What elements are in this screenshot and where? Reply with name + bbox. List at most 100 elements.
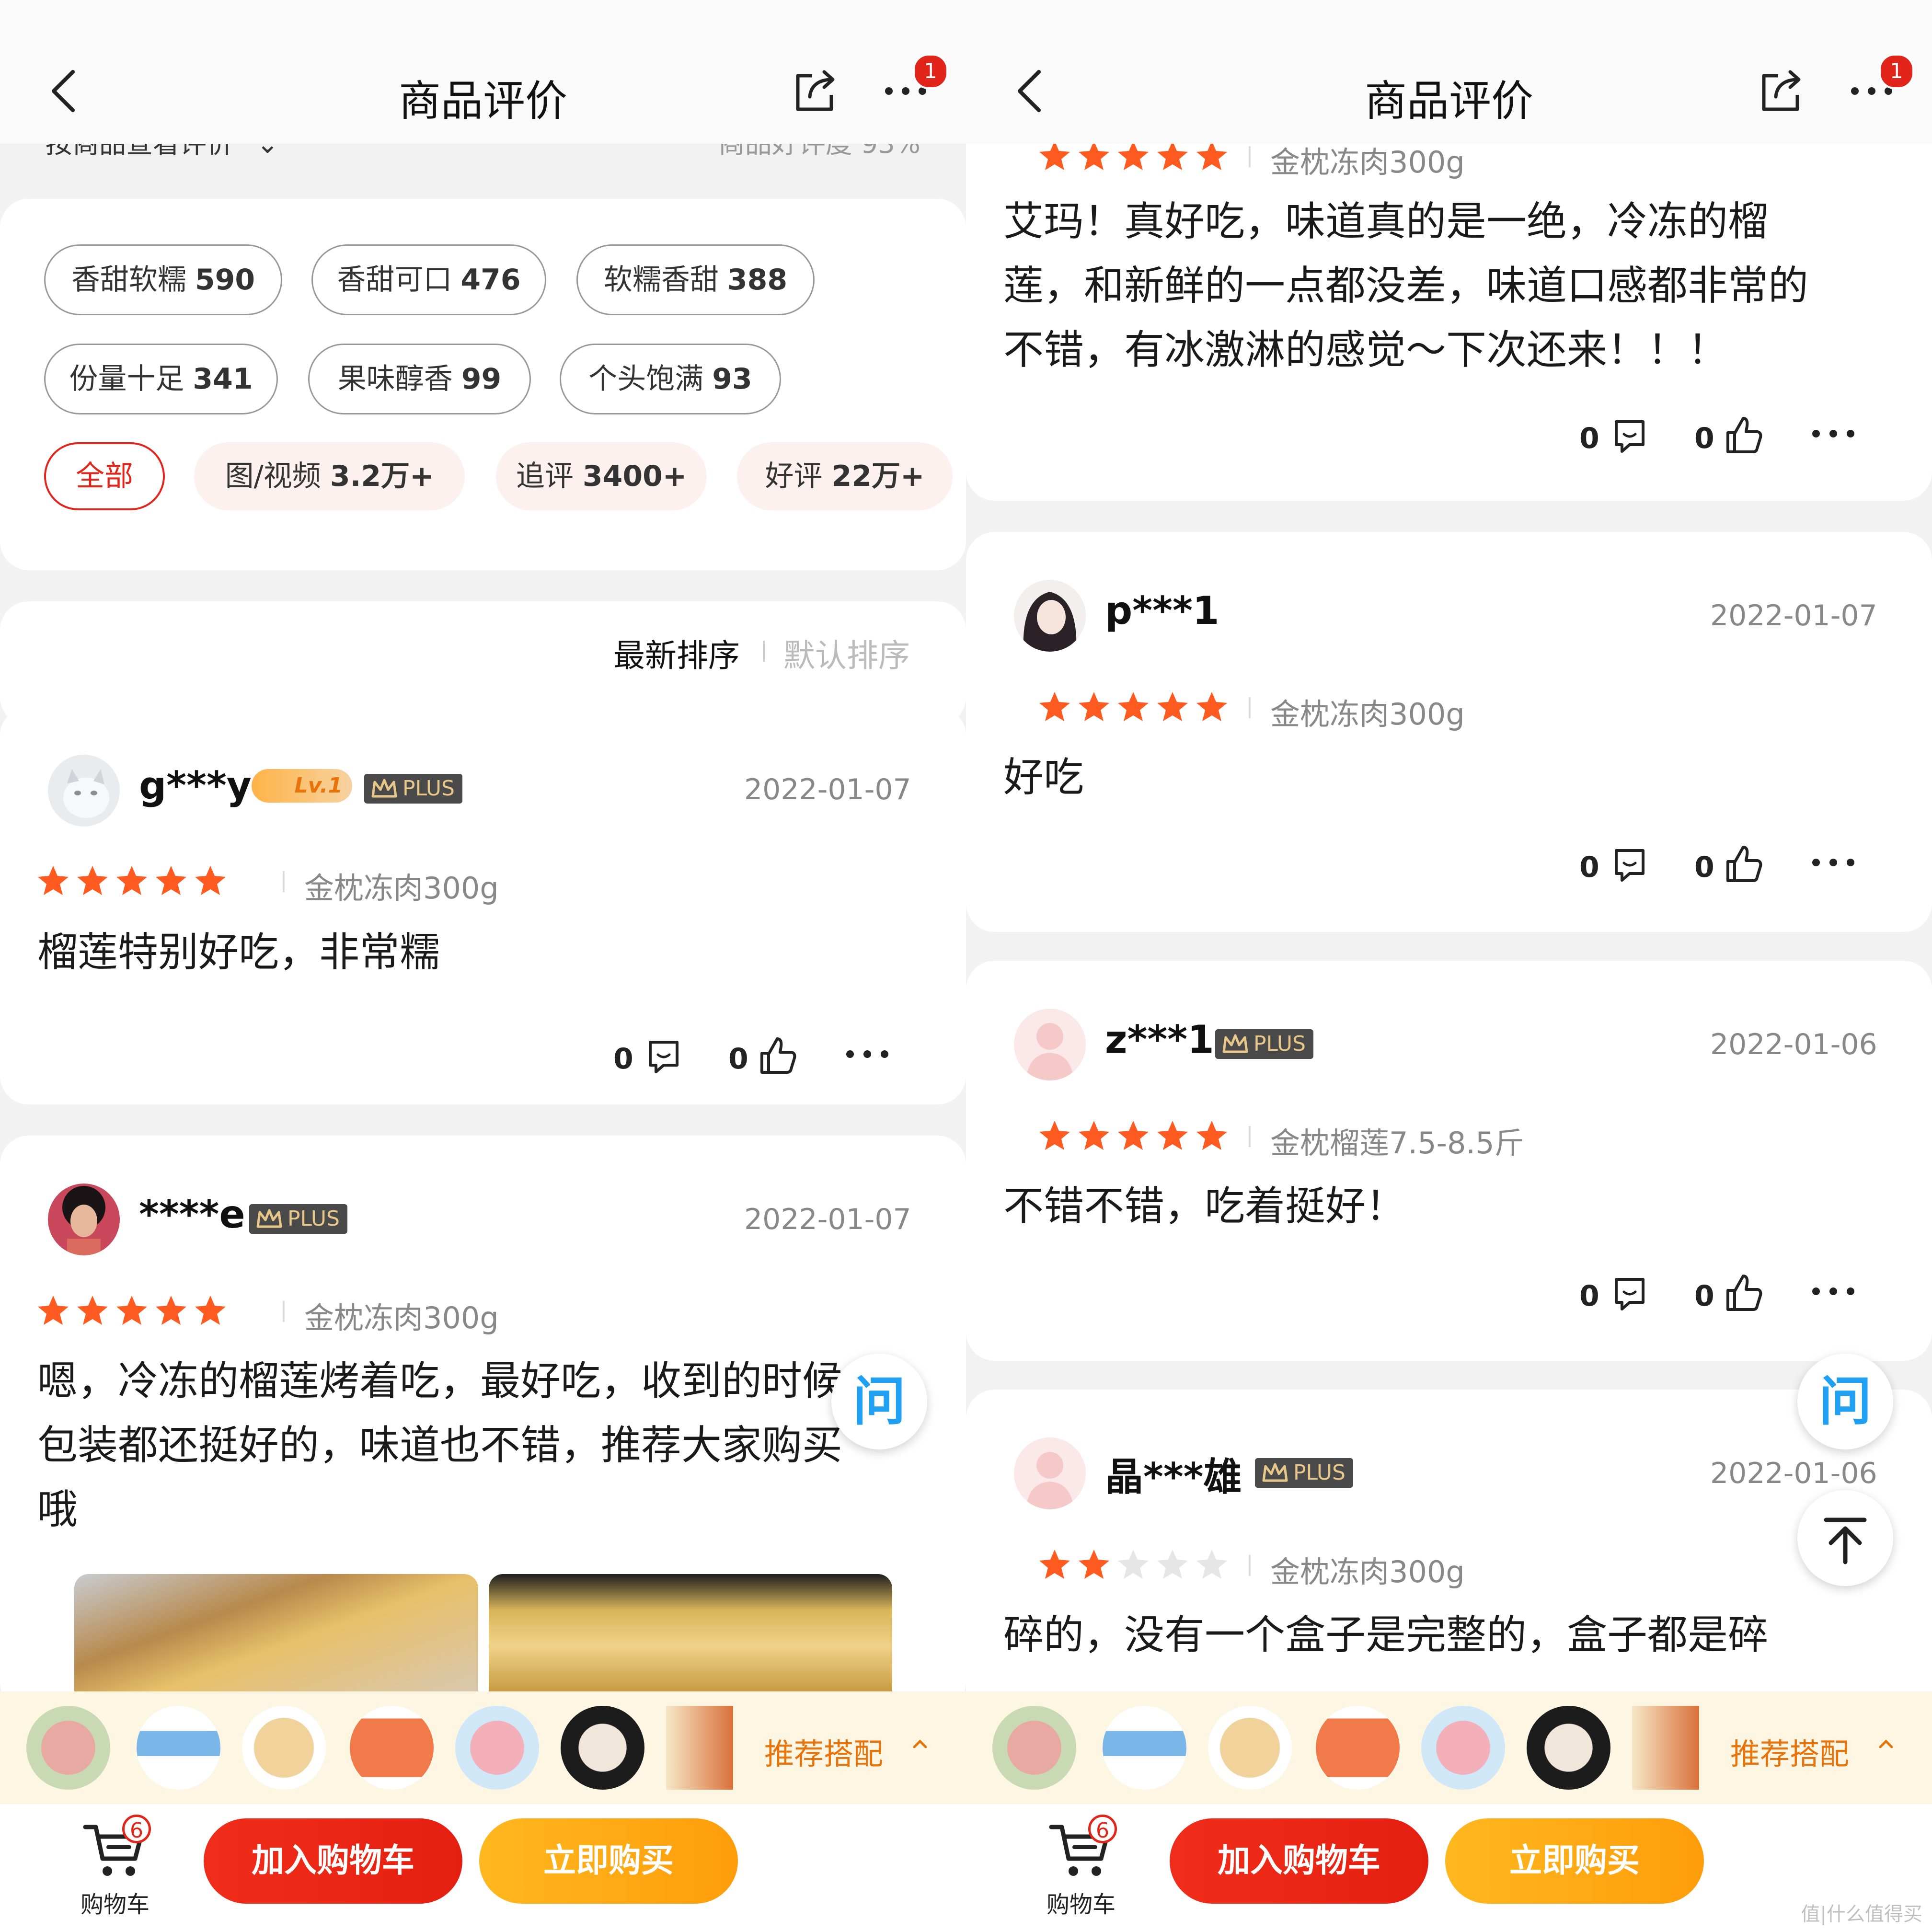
right-screen: 商品评价 1 金枕冻肉300g 艾玛！真好吃，味道真的是一绝，冷冻的榴 莲，和新… [966,0,1932,1931]
buy-now-button[interactable]: 立即购买 [479,1818,738,1904]
thumbs-up-icon[interactable] [1722,842,1765,885]
more-icon[interactable] [1809,424,1857,443]
product-thumb[interactable] [1632,1706,1699,1790]
add-to-cart-button[interactable]: 加入购物车 [1170,1818,1428,1904]
star-filled-icon [1079,1121,1109,1150]
review-card: p***1 2022-01-07 金枕冻肉300g 好吃 0 0 [966,532,1932,932]
comment-icon[interactable] [1610,417,1649,455]
ask-button[interactable]: 问 [1797,1354,1893,1449]
star-filled-icon [1196,141,1227,170]
tag-chip[interactable]: 软糯香甜 388 [576,244,815,315]
divider [1249,1126,1251,1147]
left-screen: 商品评价 1 按商品查看评价 ⌄ 商品好评度 93% 香甜软糯 590 香甜可口 4… [0,0,966,1931]
star-filled-icon [1118,141,1149,170]
avatar[interactable] [48,1184,120,1255]
arrow-up-icon [1824,1517,1867,1564]
tag-chip[interactable]: 份量十足 341 [44,344,278,414]
back-to-top-button[interactable] [1797,1490,1893,1586]
product-thumb[interactable] [1316,1706,1400,1790]
avatar[interactable] [48,755,120,827]
product-thumb[interactable] [1208,1706,1292,1790]
tab-positive[interactable]: 好评 22万+ [737,442,953,510]
review-text: 不错不错，吃着挺好！ [1003,1183,1406,1230]
add-to-cart-button[interactable]: 加入购物车 [204,1818,462,1904]
review-date: 2022-01-07 [1710,599,1877,632]
reply-count: 0 [1579,1279,1599,1313]
product-thumb[interactable] [666,1706,733,1790]
crown-icon [1262,1463,1288,1482]
recommend-label[interactable]: 推荐搭配 [1730,1730,1849,1773]
ask-button[interactable]: 问 [831,1354,927,1449]
avatar[interactable] [1014,1009,1086,1080]
review-photo[interactable] [489,1574,892,1694]
username: 晶***雄 [1105,1455,1242,1499]
watermark: 值|什么值得买 [1801,1903,1922,1925]
tag-chip[interactable]: 香甜可口 476 [311,244,546,315]
tag-chip[interactable]: 香甜软糯 590 [44,244,282,315]
star-empty-icon [1118,1550,1149,1579]
review-text: 碎的，没有一个盒子是完整的，盒子都是碎 [1003,1611,1769,1658]
thumbs-up-icon[interactable] [1722,414,1765,457]
more-icon[interactable] [1809,853,1857,872]
product-thumb[interactable] [26,1706,110,1790]
more-icon[interactable] [843,1045,891,1064]
chevron-up-icon[interactable] [910,1735,930,1754]
star-empty-icon [1157,1550,1188,1579]
product-thumb[interactable] [1103,1706,1186,1790]
tab-media[interactable]: 图/视频 3.2万+ [194,442,465,510]
product-thumb[interactable] [137,1706,220,1790]
like-count: 0 [1694,851,1714,884]
tab-followup[interactable]: 追评 3400+ [496,442,707,510]
plus-badge: PLUS [1215,1029,1313,1059]
star-rating [1038,139,1234,172]
cart-label: 购物车 [80,1891,150,1918]
variant-label: 金枕冻肉300g [1270,145,1465,180]
divider [1249,697,1251,718]
tab-all[interactable]: 全部 [44,442,165,510]
star-filled-icon [1196,692,1227,721]
avatar[interactable] [1014,580,1086,652]
star-filled-icon [1157,1121,1188,1150]
star-filled-icon [116,1296,147,1325]
chevron-up-icon[interactable] [1876,1735,1896,1754]
more-icon[interactable] [1809,1282,1857,1301]
tag-chip[interactable]: 果味醇香 99 [308,344,531,414]
username: p***1 [1105,588,1219,633]
star-filled-icon [38,866,69,895]
buy-now-button[interactable]: 立即购买 [1445,1818,1704,1904]
star-filled-icon [1118,692,1149,721]
cart-count-badge: 6 [122,1815,151,1843]
star-filled-icon [195,1296,226,1325]
product-thumb[interactable] [1527,1706,1610,1790]
product-thumb[interactable] [350,1706,434,1790]
comment-icon[interactable] [1610,846,1649,884]
divider [763,641,765,662]
product-thumb[interactable] [561,1706,644,1790]
comment-icon[interactable] [644,1037,683,1076]
thumbs-up-icon[interactable] [756,1034,799,1077]
star-rating [1038,1119,1234,1152]
comment-icon[interactable] [1610,1275,1649,1313]
crown-icon [256,1209,282,1228]
sort-default[interactable]: 默认排序 [783,630,910,676]
share-icon[interactable] [1757,67,1805,115]
review-card: g***y Lv.1 PLUS 2022-01-07 金枕冻肉300g 榴莲特别… [0,707,966,1104]
star-filled-icon [38,1296,69,1325]
product-thumb[interactable] [1421,1706,1505,1790]
product-thumb[interactable] [242,1706,326,1790]
star-filled-icon [1079,1550,1109,1579]
header: 商品评价 1 [0,0,966,144]
avatar[interactable] [1014,1437,1086,1509]
tag-chip[interactable]: 个头饱满 93 [560,344,781,414]
review-photo[interactable] [74,1574,478,1694]
divider [283,1301,285,1322]
product-thumb[interactable] [455,1706,539,1790]
like-count: 0 [1694,1279,1714,1313]
sort-newest[interactable]: 最新排序 [613,630,740,676]
thumbs-up-icon[interactable] [1722,1271,1765,1314]
star-filled-icon [77,1296,108,1325]
star-filled-icon [116,866,147,895]
recommend-label[interactable]: 推荐搭配 [764,1730,883,1773]
product-thumb[interactable] [992,1706,1076,1790]
share-icon[interactable] [791,67,839,115]
